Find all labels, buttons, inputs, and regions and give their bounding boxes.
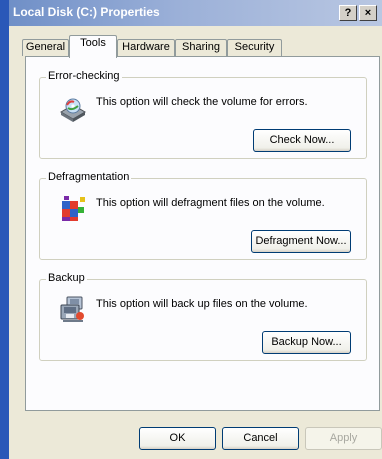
tools-panel: Error-checking This option will check th… [25, 56, 380, 411]
disk-check-icon [60, 98, 86, 122]
defragmentation-description: This option will defragment files on the… [96, 197, 325, 209]
error-checking-description: This option will check the volume for er… [96, 96, 308, 108]
check-now-button[interactable]: Check Now... [253, 129, 351, 152]
defrag-icon [62, 196, 85, 221]
backup-icon [60, 296, 84, 322]
backup-now-button[interactable]: Backup Now... [262, 331, 351, 354]
apply-button[interactable]: Apply [305, 427, 382, 450]
title-bar[interactable]: Local Disk (C:) Properties ? × [9, 0, 382, 26]
error-checking-title: Error-checking [46, 70, 122, 82]
tab-sharing[interactable]: Sharing [175, 39, 227, 56]
tab-general[interactable]: General [22, 39, 69, 56]
tab-tools[interactable]: Tools [69, 35, 117, 58]
backup-group: Backup This option will back up files on… [39, 272, 367, 361]
ok-button[interactable]: OK [139, 427, 216, 450]
tab-hardware[interactable]: Hardware [117, 39, 175, 56]
window-title: Local Disk (C:) Properties [13, 5, 160, 19]
tab-security[interactable]: Security [227, 39, 282, 56]
defragmentation-title: Defragmentation [46, 171, 132, 183]
defragment-now-button[interactable]: Defragment Now... [251, 230, 351, 253]
close-button[interactable]: × [359, 5, 377, 21]
error-checking-group: Error-checking This option will check th… [39, 70, 367, 159]
backup-title: Backup [46, 272, 87, 284]
cancel-button[interactable]: Cancel [222, 427, 299, 450]
defragmentation-group: Defragmentation This option will defragm… [39, 171, 367, 260]
backup-description: This option will back up files on the vo… [96, 298, 308, 310]
properties-window: Local Disk (C:) Properties ? × General T… [0, 0, 382, 459]
help-button[interactable]: ? [339, 5, 357, 21]
